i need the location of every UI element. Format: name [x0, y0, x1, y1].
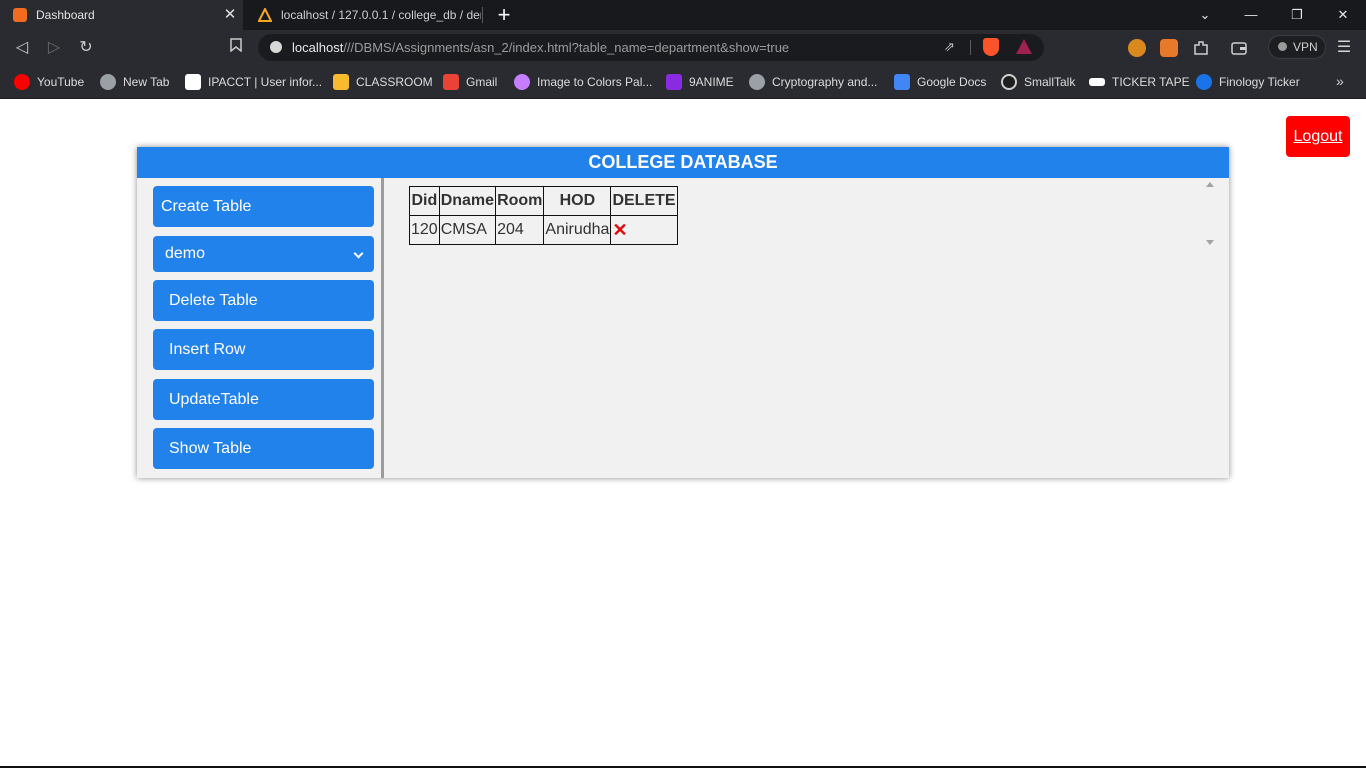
- logout-button[interactable]: Logout: [1286, 116, 1350, 157]
- cell-dname: CMSA: [438, 215, 497, 245]
- bookmark-label: New Tab: [123, 75, 170, 89]
- site-info-icon[interactable]: [270, 41, 282, 53]
- show-table-button[interactable]: Show Table: [153, 428, 374, 469]
- data-table: Did Dname Room HOD DELETE 120 CMSA 204 A…: [409, 186, 678, 245]
- vpn-button[interactable]: VPN: [1268, 35, 1326, 59]
- create-table-button[interactable]: Create Table: [153, 186, 374, 227]
- bookmark-9anime[interactable]: 9ANIME: [666, 73, 734, 91]
- gmail-icon: [443, 74, 459, 90]
- delete-row-icon[interactable]: ✕: [612, 220, 627, 240]
- extension-icon[interactable]: [1160, 39, 1178, 57]
- minimize-button[interactable]: —: [1228, 0, 1274, 30]
- phpmyadmin-icon: [257, 6, 273, 22]
- close-tab-icon[interactable]: ✕: [221, 6, 239, 24]
- forward-button[interactable]: ▷: [43, 37, 65, 59]
- close-window-button[interactable]: ✕: [1320, 0, 1366, 30]
- address-divider: [970, 40, 971, 55]
- cell-room: 204: [495, 215, 545, 245]
- table-view: Did Dname Room HOD DELETE 120 CMSA 204 A…: [384, 178, 1229, 478]
- bookmark-label: Google Docs: [917, 75, 987, 89]
- brave-shields-icon[interactable]: [983, 38, 999, 56]
- bookmark-image-to-colors[interactable]: Image to Colors Pal...: [514, 73, 652, 91]
- wallet-icon[interactable]: [1230, 39, 1248, 57]
- address-bar[interactable]: localhost///DBMS/Assignments/asn_2/index…: [258, 34, 1044, 61]
- update-table-button[interactable]: UpdateTable: [153, 379, 374, 420]
- page-title: COLLEGE DATABASE: [137, 147, 1229, 178]
- bookmark-label: SmallTalk: [1024, 75, 1076, 89]
- tab-title: Dashboard: [36, 8, 95, 22]
- bookmark-label: Cryptography and...: [772, 75, 878, 89]
- bookmark-label: Finology Ticker: [1219, 75, 1300, 89]
- bookmark-label: TICKER TAPE: [1112, 75, 1190, 89]
- cell-hod: Anirudha: [543, 215, 612, 245]
- bookmark-classroom[interactable]: CLASSROOM: [333, 73, 433, 91]
- bookmark-label: 9ANIME: [689, 75, 734, 89]
- brave-rewards-icon[interactable]: [1016, 39, 1032, 54]
- chevron-down-icon: [353, 248, 364, 259]
- bookmark-label: Gmail: [466, 75, 498, 89]
- tab-search-icon[interactable]: ⌄: [1182, 0, 1228, 30]
- xampp-icon: [13, 8, 27, 22]
- scroll-down-arrow[interactable]: [1206, 240, 1214, 245]
- column-header-room: Room: [495, 186, 545, 216]
- insert-row-button[interactable]: Insert Row: [153, 329, 374, 370]
- column-header-delete: DELETE: [610, 186, 678, 216]
- bookmark-label: CLASSROOM: [356, 75, 433, 89]
- tab-divider: [482, 7, 483, 23]
- dashboard-panel: COLLEGE DATABASE Create Table demo Delet…: [137, 147, 1229, 478]
- bookmark-google-docs[interactable]: Google Docs: [894, 73, 986, 91]
- browser-toolbar: ◁ ▷ ↻ localhost///DBMS/Assignments/asn_2…: [0, 30, 1366, 65]
- column-header-did: Did: [409, 186, 440, 216]
- restore-button[interactable]: ❐: [1274, 0, 1320, 30]
- table-row: 120 CMSA 204 Anirudha ✕: [409, 215, 678, 245]
- bookmark-icon[interactable]: [225, 37, 247, 59]
- smalltalk-icon: [1001, 74, 1017, 90]
- tab-title: localhost / 127.0.0.1 / college_db / der: [281, 8, 481, 22]
- share-icon[interactable]: ⇗: [944, 39, 960, 55]
- table-select-value: demo: [165, 245, 206, 262]
- bookmark-smalltalk[interactable]: SmallTalk: [1001, 73, 1075, 91]
- youtube-icon: [14, 74, 30, 90]
- new-tab-button[interactable]: +: [493, 4, 515, 26]
- globe-icon: [749, 74, 765, 90]
- bookmark-gmail[interactable]: Gmail: [443, 73, 497, 91]
- more-bookmarks-icon[interactable]: »: [1336, 73, 1344, 89]
- extensions-puzzle-icon[interactable]: [1192, 39, 1210, 57]
- sidebar: Create Table demo Delete Table Insert Ro…: [137, 178, 384, 478]
- tab-strip: Dashboard ✕ localhost / 127.0.0.1 / coll…: [0, 0, 1366, 30]
- tickertape-icon: [1089, 78, 1105, 86]
- table-header-row: Did Dname Room HOD DELETE: [409, 186, 678, 216]
- cell-did: 120: [409, 215, 440, 245]
- play-icon: [666, 74, 682, 90]
- bookmark-ipacct[interactable]: IPACCT | User infor...: [185, 73, 322, 91]
- cell-delete: ✕: [610, 215, 678, 245]
- bookmark-youtube[interactable]: YouTube: [14, 73, 84, 91]
- bookmark-cryptography[interactable]: Cryptography and...: [749, 73, 877, 91]
- reload-button[interactable]: ↻: [75, 37, 97, 59]
- bookmark-label: Image to Colors Pal...: [537, 75, 653, 89]
- tab-phpmyadmin[interactable]: localhost / 127.0.0.1 / college_db / der: [245, 0, 481, 30]
- bookmark-label: IPACCT | User infor...: [208, 75, 323, 89]
- bookmark-finology[interactable]: Finology Ticker: [1196, 73, 1300, 91]
- bookmark-label: YouTube: [37, 75, 85, 89]
- column-header-hod: HOD: [543, 186, 612, 216]
- finology-icon: [1196, 74, 1212, 90]
- scroll-up-arrow[interactable]: [1206, 182, 1214, 187]
- classroom-icon: [333, 74, 349, 90]
- docs-icon: [894, 74, 910, 90]
- url-text[interactable]: localhost///DBMS/Assignments/asn_2/index…: [292, 40, 789, 55]
- palette-icon: [514, 74, 530, 90]
- table-select[interactable]: demo: [153, 236, 374, 272]
- globe-icon: [100, 74, 116, 90]
- extension-avatar-icon[interactable]: [1128, 39, 1146, 57]
- delete-table-button[interactable]: Delete Table: [153, 280, 374, 321]
- bookmarks-bar: YouTube New Tab IPACCT | User infor... C…: [0, 65, 1366, 99]
- bookmark-ticker-tape[interactable]: TICKER TAPE: [1089, 73, 1190, 91]
- menu-icon[interactable]: ☰: [1335, 39, 1353, 57]
- ipacct-icon: [185, 74, 201, 90]
- tab-dashboard[interactable]: Dashboard ✕: [0, 0, 243, 30]
- column-header-dname: Dname: [438, 186, 497, 216]
- back-button[interactable]: ◁: [11, 37, 33, 59]
- bookmark-new-tab[interactable]: New Tab: [100, 73, 169, 91]
